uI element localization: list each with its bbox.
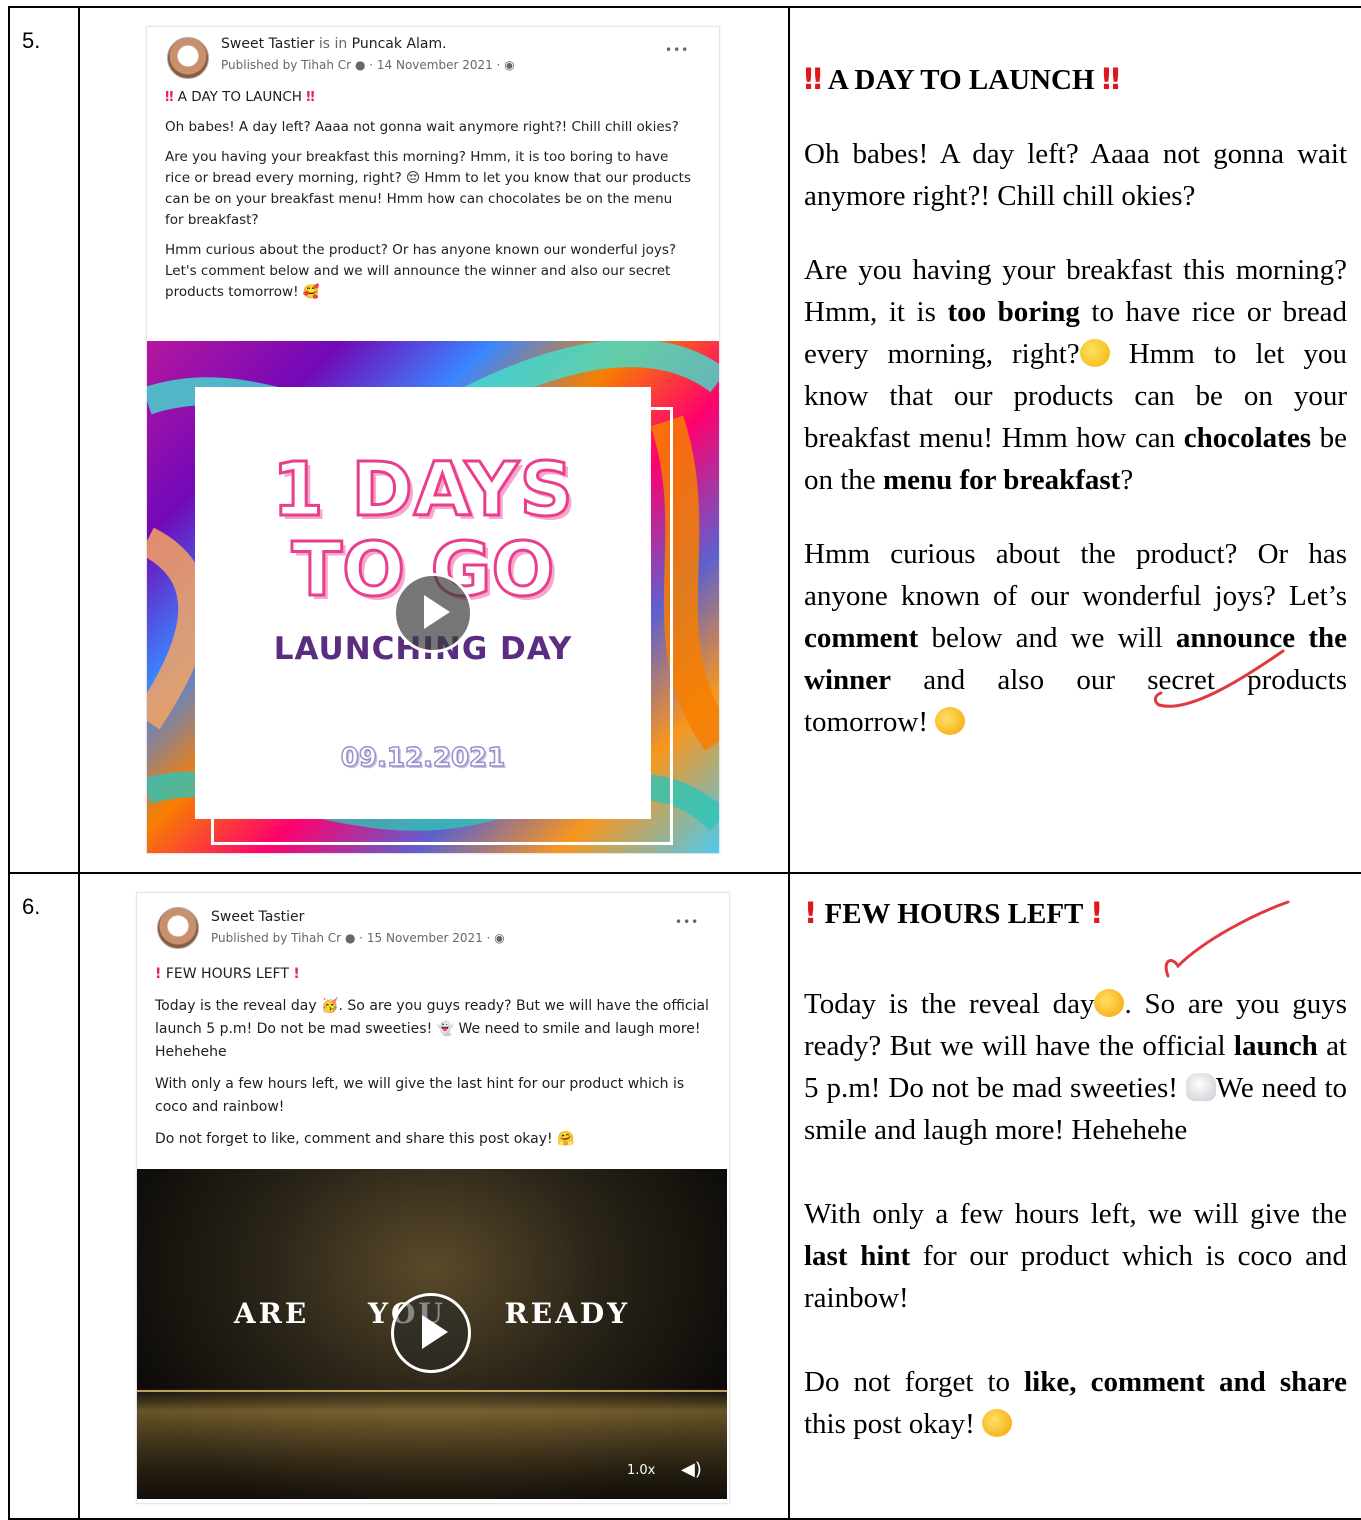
page-name-link[interactable]: Sweet Tastier <box>221 36 314 52</box>
caption-paragraph: With only a few hours left, we will give… <box>804 1193 1347 1319</box>
caption-text-cell: ! FEW HOURS LEFT ! Today is the reveal d… <box>788 872 1361 1520</box>
check-mark-annotation <box>1153 649 1285 708</box>
play-button-icon[interactable] <box>391 1293 471 1373</box>
caption-bold: chocolates <box>1183 422 1311 454</box>
caption-bold: like, comment and share <box>1024 1366 1347 1398</box>
caption-text: ? <box>1120 464 1134 496</box>
post-paragraph: Today is the reveal day 🥳. So are you gu… <box>155 998 709 1060</box>
caption-text: Hmm curious about the product? Or has an… <box>804 538 1347 612</box>
caption-text: Today is the reveal day <box>804 988 1095 1020</box>
caption-text: Do not forget to <box>804 1366 1025 1398</box>
is-in-text: is in <box>318 36 348 52</box>
smiling-face-with-hearts-icon <box>935 707 966 735</box>
post-headline: A DAY TO LAUNCH <box>177 89 302 105</box>
partying-face-icon <box>1094 989 1125 1017</box>
caption-bold: launch <box>1233 1030 1318 1062</box>
document-table: 5. Sweet Tastier is in Puncak Alam. Publ… <box>8 6 1361 1520</box>
caption-text: Oh babes! A day left? Aaaa not gonna wai… <box>804 138 1347 212</box>
published-by: Published by Tihah Cr <box>221 58 352 72</box>
post-video[interactable]: 1 DAYS TO GO LAUNCHING DAY 09.12.2021 <box>147 341 719 853</box>
post-paragraph: With only a few hours left, we will give… <box>155 1076 685 1115</box>
row-number: 5. <box>8 6 80 874</box>
post-author-line: Sweet Tastier is in Puncak Alam. <box>221 36 447 52</box>
post-headline: FEW HOURS LEFT <box>165 966 289 982</box>
post-paragraph: Hmm curious about the product? Or has an… <box>165 242 677 300</box>
post-body: ‼ A DAY TO LAUNCH ‼ Oh babes! A day left… <box>165 87 695 312</box>
post-date[interactable]: · 15 November 2021 · <box>359 931 490 945</box>
exclamation-icon: ! <box>293 966 300 982</box>
avatar[interactable] <box>167 37 209 79</box>
more-options-icon[interactable]: ••• <box>665 43 689 57</box>
published-by: Published by Tihah Cr <box>211 931 342 945</box>
globe-icon: ◉ <box>494 931 505 945</box>
post-date[interactable]: · 14 November 2021 · <box>369 58 500 72</box>
more-options-icon[interactable]: ••• <box>675 915 699 929</box>
avatar[interactable] <box>157 907 199 949</box>
table-row-5: 5. Sweet Tastier is in Puncak Alam. Publ… <box>8 6 1361 874</box>
days-to-go-text: 1 DAYS <box>271 446 575 535</box>
pensive-face-icon <box>1079 339 1110 367</box>
post-body: ! FEW HOURS LEFT ! Today is the reveal d… <box>155 963 715 1160</box>
caption-headline: A DAY TO LAUNCH <box>827 64 1095 96</box>
caption-paragraph: Are you having your breakfast this morni… <box>804 249 1347 501</box>
caption-text: With only a few hours left, we will give… <box>804 1198 1347 1230</box>
post-screenshot-cell: Sweet Tastier is in Puncak Alam. Publish… <box>78 6 790 874</box>
row-number: 6. <box>8 872 80 1520</box>
post-meta: Published by Tihah Cr ● · 15 November 20… <box>211 931 505 945</box>
caption-bold: last hint <box>804 1240 911 1272</box>
caption-paragraph: Do not forget to like, comment and share… <box>804 1361 1347 1445</box>
volume-icon[interactable]: ◀) <box>681 1459 702 1480</box>
exclamation-icon: ! <box>804 896 818 930</box>
caption-paragraph: Today is the reveal day. So are you guys… <box>804 983 1347 1151</box>
caption-text-cell: ‼ A DAY TO LAUNCH ‼ Oh babes! A day left… <box>788 6 1361 874</box>
post-screenshot-cell: Sweet Tastier Published by Tihah Cr ● · … <box>78 872 790 1520</box>
page-name-link[interactable]: Sweet Tastier <box>211 909 304 925</box>
info-icon: ● <box>354 58 366 72</box>
caption-text: below and we will <box>918 622 1176 654</box>
caption-paragraph: Oh babes! A day left? Aaaa not gonna wai… <box>804 133 1347 217</box>
caption-bold: too boring <box>947 296 1080 328</box>
ghost-icon <box>1185 1073 1216 1101</box>
play-button-icon[interactable] <box>393 573 473 653</box>
double-exclamation-icon: ‼ <box>165 89 174 105</box>
double-exclamation-icon: ‼ <box>306 89 315 105</box>
globe-icon: ◉ <box>504 58 515 72</box>
launch-date-text: 09.12.2021 <box>340 742 506 774</box>
double-exclamation-icon: ‼ <box>804 62 823 96</box>
post-paragraph: Do not forget to like, comment and share… <box>155 1131 575 1147</box>
caption-text: this post okay! <box>804 1408 975 1440</box>
facebook-post: Sweet Tastier Published by Tihah Cr ● · … <box>136 892 730 1504</box>
post-paragraph: Are you having your breakfast this morni… <box>165 149 692 228</box>
exclamation-icon: ! <box>1090 896 1104 930</box>
exclamation-icon: ! <box>155 966 162 982</box>
post-video[interactable]: ARE YOU READY 1.0x ◀) <box>137 1169 727 1499</box>
facebook-post: Sweet Tastier is in Puncak Alam. Publish… <box>146 26 720 854</box>
caption-heading: ‼ A DAY TO LAUNCH ‼ <box>804 58 1347 101</box>
info-icon: ● <box>344 931 356 945</box>
location-link[interactable]: Puncak Alam. <box>352 36 447 52</box>
double-exclamation-icon: ‼ <box>1101 62 1120 96</box>
playback-speed[interactable]: 1.0x <box>627 1463 655 1478</box>
check-mark-annotation <box>1164 900 1290 978</box>
post-meta: Published by Tihah Cr ● · 14 November 20… <box>221 58 515 72</box>
caption-bold: menu for breakfast <box>882 464 1121 496</box>
table-row-6: 6. Sweet Tastier Published by Tihah Cr ●… <box>8 872 1361 1520</box>
post-paragraph: Oh babes! A day left? Aaaa not gonna wai… <box>165 119 679 135</box>
caption-bold: comment <box>804 622 919 654</box>
caption-headline: FEW HOURS LEFT <box>824 898 1083 930</box>
hugging-face-icon <box>982 1409 1013 1437</box>
